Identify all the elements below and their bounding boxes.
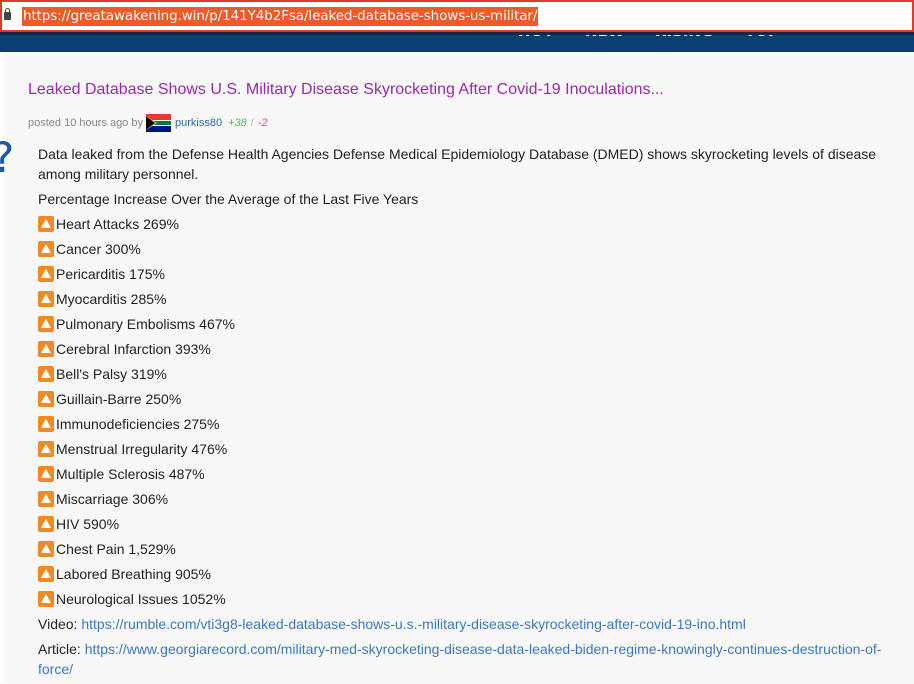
list-item-text: Multiple Sclerosis 487% (56, 466, 205, 482)
list-item: Bell's Palsy 319% (38, 364, 888, 389)
up-button-icon (38, 241, 54, 257)
list-item: HIV 590% (38, 514, 888, 539)
up-button-icon (38, 491, 54, 507)
list-item-text: Neurological Issues 1052% (56, 591, 226, 607)
up-button-icon (38, 366, 54, 382)
vote-separator: / (250, 117, 254, 129)
up-button-icon (38, 316, 54, 332)
up-button-icon (38, 466, 54, 482)
list-item: Pulmonary Embolisms 467% (38, 314, 888, 339)
up-button-icon (38, 216, 54, 232)
video-line: Video: https://rumble.com/vti3g8-leaked-… (38, 614, 888, 634)
intro-text: Data leaked from the Defense Health Agen… (38, 146, 877, 182)
list-item: Heart Attacks 269% (38, 214, 888, 239)
up-button-icon (38, 266, 54, 282)
list-item: Cerebral Infarction 393% (38, 339, 888, 364)
post-meta: posted 10 hours ago by purkiss80 +38 / -… (28, 114, 268, 132)
list-item-text: Bell's Palsy 319% (56, 366, 167, 382)
list-item: Miscarriage 306% (38, 489, 888, 514)
list-item-text: Myocarditis 285% (56, 291, 167, 307)
list-item: Multiple Sclerosis 487% (38, 464, 888, 489)
address-bar[interactable]: https://greatawakening.win/p/141Y4b2Fsa/… (0, 0, 914, 32)
list-item-text: Heart Attacks 269% (56, 216, 179, 232)
list-item: Labored Breathing 905% (38, 564, 888, 589)
up-button-icon (38, 341, 54, 357)
south-africa-flag-icon (145, 114, 171, 132)
list-item: Neurological Issues 1052% (38, 589, 888, 614)
list-item-text: Menstrual Irregularity 476% (56, 441, 228, 457)
article-link[interactable]: https://www.georgiarecord.com/military-m… (38, 641, 881, 677)
article-label: Article: (38, 641, 81, 657)
downvote-count: -2 (257, 117, 268, 129)
up-button-icon (38, 441, 54, 457)
list-item: Pericarditis 175% (38, 264, 888, 289)
list-item: Menstrual Irregularity 476% (38, 439, 888, 464)
nav-new[interactable]: NEW (585, 32, 624, 40)
nav-hot[interactable]: HOT (518, 32, 554, 40)
list-item-text: HIV 590% (56, 516, 120, 532)
up-button-icon (38, 416, 54, 432)
list-item-text: Pericarditis 175% (56, 266, 165, 282)
list-item-text: Miscarriage 306% (56, 491, 169, 507)
nav-top[interactable]: TOP (745, 32, 779, 40)
article-line: Article: https://www.georgiarecord.com/m… (38, 639, 888, 679)
list-item-text: Cancer 300% (56, 241, 141, 257)
video-label: Video: (38, 616, 78, 632)
lock-icon (4, 8, 11, 20)
list-item-text: Guillain-Barre 250% (56, 391, 182, 407)
post-body: Data leaked from the Defense Health Agen… (38, 144, 888, 684)
up-button-icon (38, 391, 54, 407)
vote-column: ? (0, 52, 14, 682)
list-item: Chest Pain 1,529% (38, 539, 888, 564)
up-button-icon (38, 291, 54, 307)
site-nav: HOT NEW RISING TOP (0, 32, 914, 52)
list-item: Cancer 300% (38, 239, 888, 264)
video-link[interactable]: https://rumble.com/vti3g8-leaked-databas… (81, 616, 745, 632)
list-item-text: Chest Pain 1,529% (56, 541, 176, 557)
url-text[interactable]: https://greatawakening.win/p/141Y4b2Fsa/… (22, 7, 539, 26)
up-button-icon (38, 541, 54, 557)
list-item: Myocarditis 285% (38, 289, 888, 314)
post-title[interactable]: Leaked Database Shows U.S. Military Dise… (28, 80, 664, 100)
posted-time: posted 10 hours ago by (28, 117, 143, 129)
disease-list: Heart Attacks 269% Cancer 300% Pericardi… (38, 214, 888, 614)
list-item-text: Labored Breathing 905% (56, 566, 211, 582)
list-item-text: Cerebral Infarction 393% (56, 341, 211, 357)
list-item: Guillain-Barre 250% (38, 389, 888, 414)
up-button-icon (38, 566, 54, 582)
up-button-icon (38, 516, 54, 532)
up-button-icon (38, 591, 54, 607)
nav-rising[interactable]: RISING (655, 32, 713, 40)
list-item-text: Pulmonary Embolisms 467% (56, 316, 235, 332)
list-item-text: Immunodeficiencies 275% (56, 416, 220, 432)
upvote-count: +38 (228, 117, 247, 129)
question-icon: ? (0, 137, 14, 179)
subheading: Percentage Increase Over the Average of … (38, 191, 419, 207)
author-link[interactable]: purkiss80 (175, 115, 222, 131)
list-item: Immunodeficiencies 275% (38, 414, 888, 439)
